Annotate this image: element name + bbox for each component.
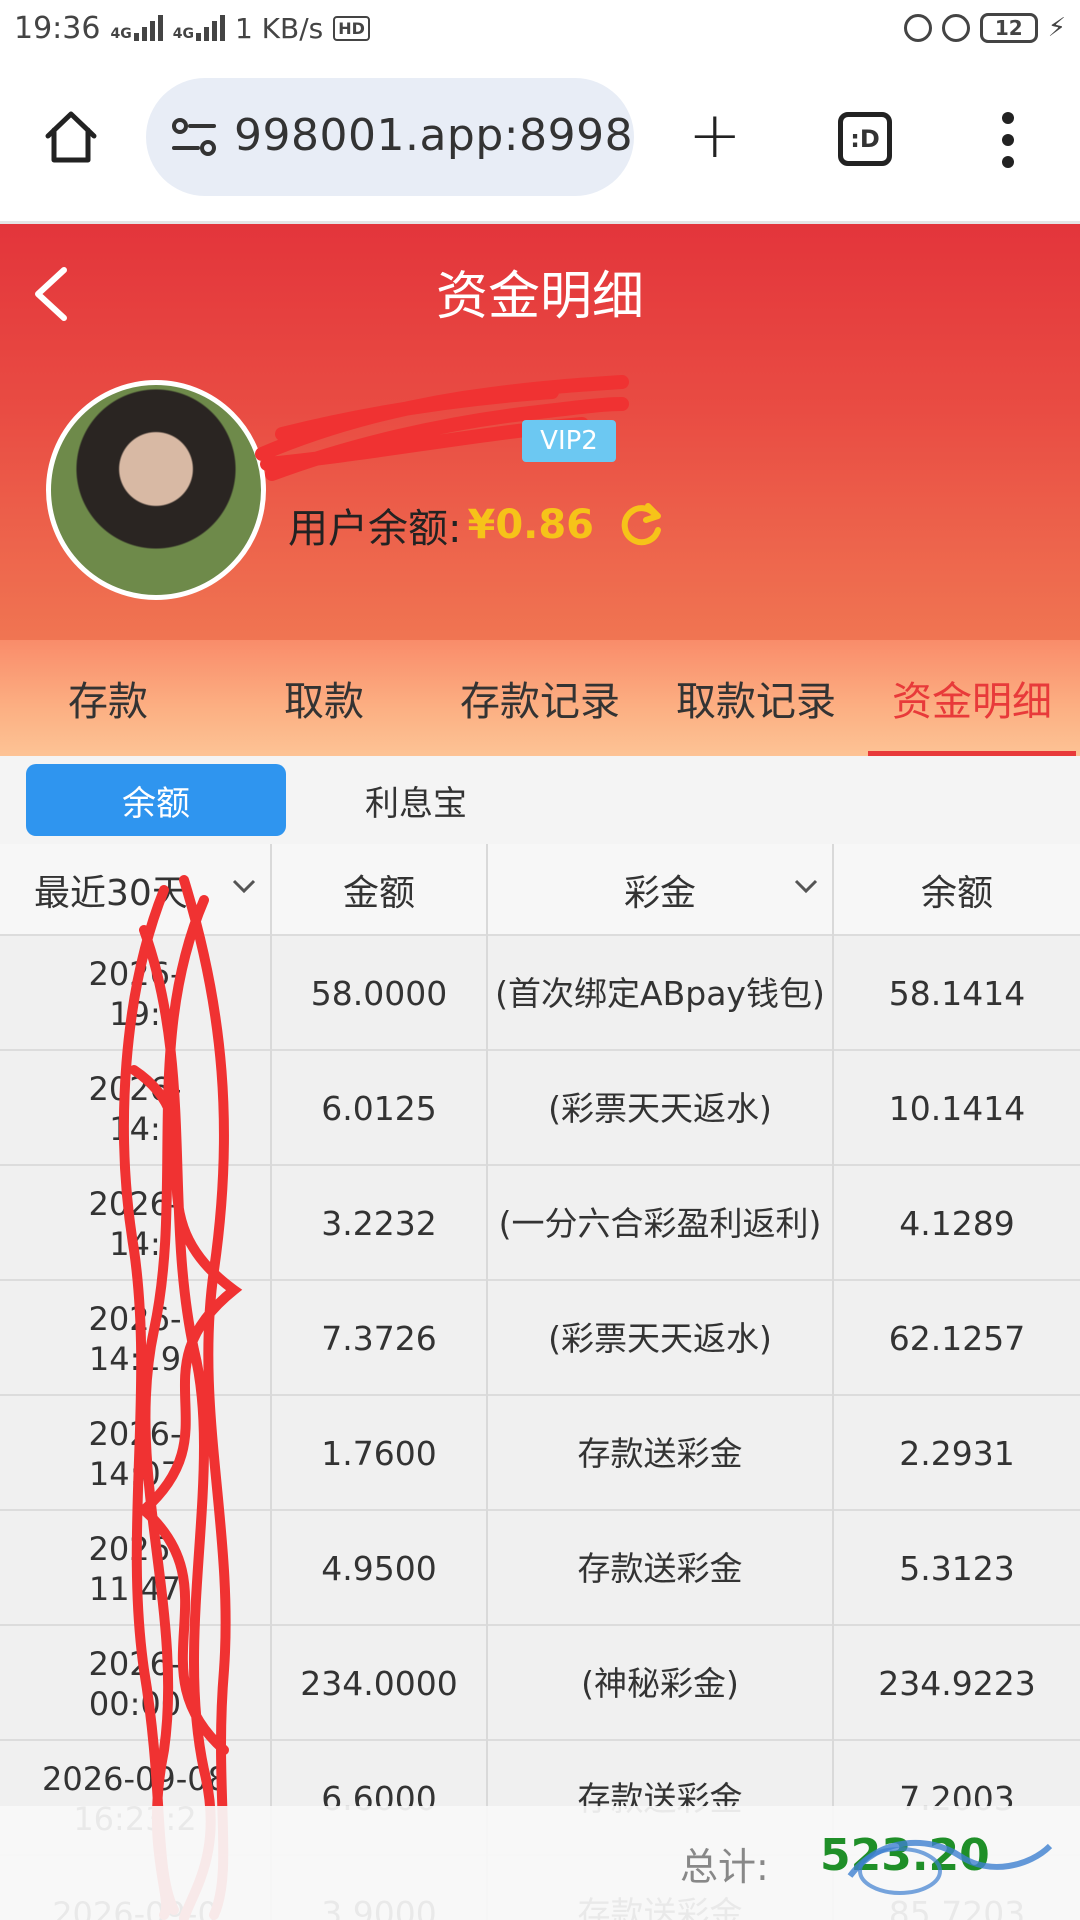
funds-nav-tabs: 存款 取款 存款记录 取款记录 资金明细 — [0, 640, 1080, 756]
cell-date: 2026- — [88, 1299, 182, 1338]
cell-amount: 234.0000 — [272, 1626, 488, 1741]
tab-withdraw[interactable]: 取款 — [216, 640, 432, 756]
cell-bonus: (首次绑定ABpay钱包) — [488, 936, 834, 1051]
table-row[interactable]: 2026- 14: 3.2232 (一分六合彩盈利返利) 4.1289 — [0, 1166, 1080, 1281]
table-body: 2026- 19: 58.0000 (首次绑定ABpay钱包) 58.1414 2026-… — [0, 936, 1080, 1920]
cell-date: 2026- — [88, 1069, 182, 1108]
network-speed: 1 KB/s — [234, 11, 324, 45]
hd-icon: HD — [333, 15, 370, 41]
cell-time: 14:19 — [88, 1339, 182, 1378]
cell-balance: 2.2931 — [899, 1433, 1015, 1473]
cell-balance: 58.1414 — [888, 973, 1026, 1013]
cell-amount: 3.2232 — [272, 1166, 488, 1281]
avatar — [46, 380, 266, 600]
battery-icon: 12 — [979, 13, 1038, 43]
tab-deposit-records[interactable]: 存款记录 — [432, 640, 648, 756]
cell-time: 14: — [109, 1109, 161, 1148]
tab-switcher-button[interactable]: :D — [838, 112, 892, 166]
date-filter-dropdown[interactable]: 最近30天 — [0, 844, 272, 936]
tab-fund-details[interactable]: 资金明细 — [864, 640, 1080, 756]
total-label: 总计: — [680, 1845, 769, 1889]
subtab-balance[interactable]: 余额 — [26, 764, 286, 836]
cell-amount: 6.0125 — [272, 1051, 488, 1166]
cell-bonus: (一分六合彩盈利返利) — [488, 1166, 834, 1281]
sub-tabs: 余额 利息宝 — [0, 756, 1080, 846]
cell-datetime: 2026- 11:47 — [0, 1511, 272, 1626]
bonus-filter-label: 彩金 — [623, 873, 696, 914]
balance-value: ¥0.86 — [467, 502, 595, 548]
cell-time: 19: — [109, 994, 161, 1033]
balance-line: 用户余额: ¥0.86 — [288, 496, 664, 554]
table-row[interactable]: 2026- 11:47 4.9500 存款送彩金 5.3123 — [0, 1511, 1080, 1626]
table-row[interactable]: 2026- 14: 6.0125 (彩票天天返水) 10.1414 — [0, 1051, 1080, 1166]
rotation-lock-icon — [903, 14, 932, 42]
header-balance: 余额 — [920, 873, 993, 914]
cell-amount: 58.0000 — [272, 936, 488, 1051]
header-amount: 金额 — [272, 844, 488, 936]
table-row[interactable]: 2026- 14:19 7.3726 (彩票天天返水) 62.1257 — [0, 1281, 1080, 1396]
cell-time: 14:07 — [88, 1454, 182, 1493]
subtab-interest[interactable]: 利息宝 — [286, 764, 546, 836]
cell-balance: 234.9223 — [878, 1663, 1036, 1703]
charging-icon: ⚡ — [1047, 13, 1066, 43]
table-row[interactable]: 2026- 19: 58.0000 (首次绑定ABpay钱包) 58.1414 — [0, 936, 1080, 1051]
page-title: 资金明细 — [435, 267, 644, 327]
cell-amount: 1.7600 — [272, 1396, 488, 1511]
clock: 19:36 — [14, 10, 101, 46]
new-tab-plus-icon[interactable]: + — [688, 104, 742, 168]
cell-bonus: (彩票天天返水) — [488, 1281, 834, 1396]
tab-deposit[interactable]: 存款 — [0, 640, 216, 756]
table-header: 最近30天 金额 彩金 余额 — [0, 844, 1080, 936]
cell-balance: 62.1257 — [888, 1318, 1026, 1358]
cell-bonus: (彩票天天返水) — [488, 1051, 834, 1166]
cell-time: 00:00 — [88, 1684, 182, 1723]
alarm-icon — [941, 14, 970, 42]
cell-date: 2026- — [88, 954, 182, 993]
home-icon[interactable] — [42, 108, 100, 166]
cell-bonus: 存款送彩金 — [488, 1396, 834, 1511]
total-bar: 总计: 523.20 — [0, 1806, 1080, 1920]
address-bar[interactable]: 998001.app:8998 — [146, 78, 634, 196]
balance-label: 用户余额: — [288, 506, 462, 552]
fund-details-table: 最近30天 金额 彩金 余额 2026- 19: 58.0000 (首次绑定ABpay… — [0, 844, 1080, 1920]
cell-date: 2026- — [88, 1529, 182, 1568]
cell-amount: 7.3726 — [272, 1281, 488, 1396]
refresh-icon[interactable] — [618, 502, 664, 548]
chevron-down-icon — [232, 879, 256, 894]
cell-time: 14: — [109, 1224, 161, 1263]
tab-withdraw-records[interactable]: 取款记录 — [648, 640, 864, 756]
date-filter-label: 最近30天 — [34, 873, 188, 914]
cell-amount: 4.9500 — [272, 1511, 488, 1626]
watermark-logo — [847, 1839, 1053, 1895]
browser-toolbar: 998001.app:8998 + :D — [0, 56, 1080, 224]
cell-date: 2026- — [88, 1414, 182, 1453]
more-menu-icon[interactable] — [1000, 112, 1016, 168]
cell-datetime: 2026- 14:19 — [0, 1281, 272, 1396]
cell-time: 11:47 — [88, 1569, 182, 1608]
chevron-down-icon — [794, 879, 818, 894]
status-bar: 19:36 4G 4G 1 KB/s HD 12 ⚡ — [0, 0, 1080, 56]
bonus-filter-dropdown[interactable]: 彩金 — [488, 844, 834, 936]
site-settings-icon[interactable] — [170, 116, 218, 158]
table-row[interactable]: 2026- 14:07 1.7600 存款送彩金 2.2931 — [0, 1396, 1080, 1511]
cell-date: 2026- — [88, 1184, 182, 1223]
cell-datetime: 2026- 14: — [0, 1051, 272, 1166]
cell-bonus: 存款送彩金 — [488, 1511, 834, 1626]
cell-balance: 5.3123 — [899, 1548, 1015, 1588]
cell-datetime: 2026- 14: — [0, 1166, 272, 1281]
cell-datetime: 2026- 19: — [0, 936, 272, 1051]
signal-4g-icon: 4G — [110, 15, 163, 41]
cell-datetime: 2026- 00:00 — [0, 1626, 272, 1741]
cell-date: 2026- — [88, 1644, 182, 1683]
signal-4g-icon: 4G — [173, 15, 225, 41]
cell-balance: 4.1289 — [899, 1203, 1015, 1243]
cell-bonus: (神秘彩金) — [488, 1626, 834, 1741]
cell-date: 2026-09-08 — [42, 1759, 228, 1798]
cell-balance: 10.1414 — [888, 1088, 1026, 1128]
account-header: 资金明细 VIP2 用户余额: ¥0.86 — [0, 224, 1080, 640]
cell-datetime: 2026- 14:07 — [0, 1396, 272, 1511]
table-row[interactable]: 2026- 00:00 234.0000 (神秘彩金) 234.9223 — [0, 1626, 1080, 1741]
url-text[interactable]: 998001.app:8998 — [234, 110, 633, 161]
vip-badge: VIP2 — [522, 420, 616, 462]
